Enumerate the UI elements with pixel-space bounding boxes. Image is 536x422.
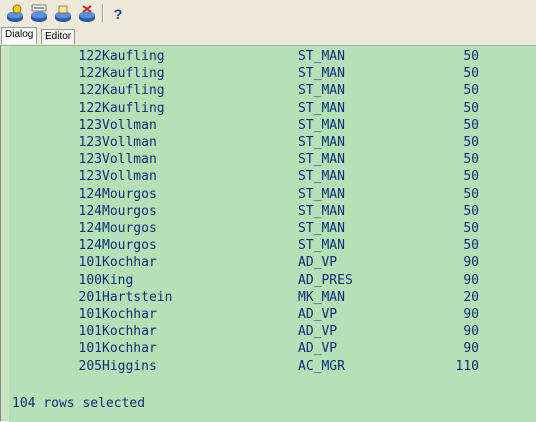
row-value: 50: [463, 169, 479, 185]
row-value: 90: [463, 324, 479, 340]
rows-selected-status: 104 rows selected: [12, 396, 146, 411]
row-job: ST_MAN: [298, 100, 345, 116]
tab-dialog[interactable]: Dialog: [1, 27, 38, 44]
row-id: 101: [78, 255, 102, 271]
row-job: ST_MAN: [298, 83, 345, 99]
row-value: 90: [463, 307, 479, 322]
row-job: AD_VP: [298, 341, 338, 357]
toolbar-separator: [102, 4, 104, 23]
row-value: 50: [463, 203, 479, 219]
row-value: 90: [463, 272, 479, 288]
load-script-icon[interactable]: [53, 4, 73, 24]
row-value: 50: [463, 135, 479, 150]
row-name: Mourgos: [102, 186, 157, 202]
row-job: ST_MAN: [298, 169, 345, 185]
row-id: 101: [78, 307, 102, 322]
row-id: 101: [78, 341, 102, 357]
row-id: 205: [78, 358, 102, 374]
row-value: 50: [463, 66, 479, 82]
row-value: 50: [463, 49, 479, 64]
row-value: 50: [463, 152, 479, 168]
help-icon[interactable]: ?: [108, 4, 128, 24]
row-id: 100: [78, 272, 102, 288]
toolbar: ?: [0, 0, 536, 28]
row-id: 201: [78, 289, 102, 305]
row-id: 123: [78, 169, 102, 185]
row-id: 124: [78, 186, 102, 202]
row-name: Vollman: [102, 169, 157, 185]
row-job: ST_MAN: [298, 152, 345, 168]
row-name: Kochhar: [102, 324, 157, 340]
row-job: ST_MAN: [298, 66, 345, 82]
row-value: 50: [463, 186, 479, 202]
row-id: 123: [78, 117, 102, 133]
row-name: Kochhar: [102, 307, 157, 322]
row-id: 122: [78, 66, 102, 82]
row-name: Kaufling: [102, 49, 165, 64]
row-value: 50: [463, 221, 479, 236]
output-panel: 104 rows selected 122 Kaufling ST_MAN 50 122…: [0, 45, 536, 422]
run-command-icon[interactable]: [29, 4, 49, 24]
tab-bar: Dialog Editor: [0, 27, 536, 45]
row-value: 110: [455, 358, 479, 374]
row-id: 122: [78, 49, 102, 64]
row-job: ST_MAN: [298, 186, 345, 202]
row-id: 124: [78, 203, 102, 219]
row-job: MK_MAN: [298, 289, 345, 305]
row-name: Mourgos: [102, 238, 157, 254]
row-job: ST_MAN: [298, 221, 345, 236]
row-name: Kaufling: [102, 66, 165, 82]
row-job: ST_MAN: [298, 135, 345, 150]
clear-icon[interactable]: [77, 4, 97, 24]
row-id: 122: [78, 83, 102, 99]
row-id: 122: [78, 100, 102, 116]
row-name: Vollman: [102, 117, 157, 133]
row-job: AD_PRES: [298, 272, 353, 288]
row-name: King: [102, 272, 134, 288]
row-name: Kochhar: [102, 255, 157, 271]
row-id: 101: [78, 324, 102, 340]
row-value: 50: [463, 117, 479, 133]
run-script-icon[interactable]: [5, 4, 25, 24]
row-name: Vollman: [102, 152, 157, 168]
row-job: ST_MAN: [298, 203, 345, 219]
row-job: AD_VP: [298, 255, 338, 271]
row-name: Higgins: [102, 358, 157, 374]
row-job: AD_VP: [298, 307, 338, 322]
row-name: Kochhar: [102, 341, 157, 357]
row-job: AC_MGR: [298, 358, 345, 374]
row-name: Mourgos: [102, 203, 157, 219]
row-id: 123: [78, 135, 102, 150]
row-job: AD_VP: [298, 324, 338, 340]
row-value: 50: [463, 238, 479, 254]
row-name: Kaufling: [102, 83, 165, 99]
row-value: 50: [463, 83, 479, 99]
tab-editor[interactable]: Editor: [41, 29, 76, 44]
row-job: ST_MAN: [298, 238, 345, 254]
row-name: Hartstein: [102, 289, 173, 305]
row-name: Kaufling: [102, 100, 165, 116]
row-job: ST_MAN: [298, 49, 345, 64]
row-value: 90: [463, 255, 479, 271]
row-value: 50: [463, 100, 479, 116]
row-id: 123: [78, 152, 102, 168]
row-value: 90: [463, 341, 479, 357]
output-area: 104 rows selected 122 Kaufling ST_MAN 50 122…: [9, 46, 536, 422]
row-id: 124: [78, 238, 102, 254]
row-name: Vollman: [102, 135, 157, 150]
row-id: 124: [78, 221, 102, 236]
row-value: 20: [463, 289, 479, 305]
row-name: Mourgos: [102, 221, 157, 236]
row-job: ST_MAN: [298, 117, 345, 133]
